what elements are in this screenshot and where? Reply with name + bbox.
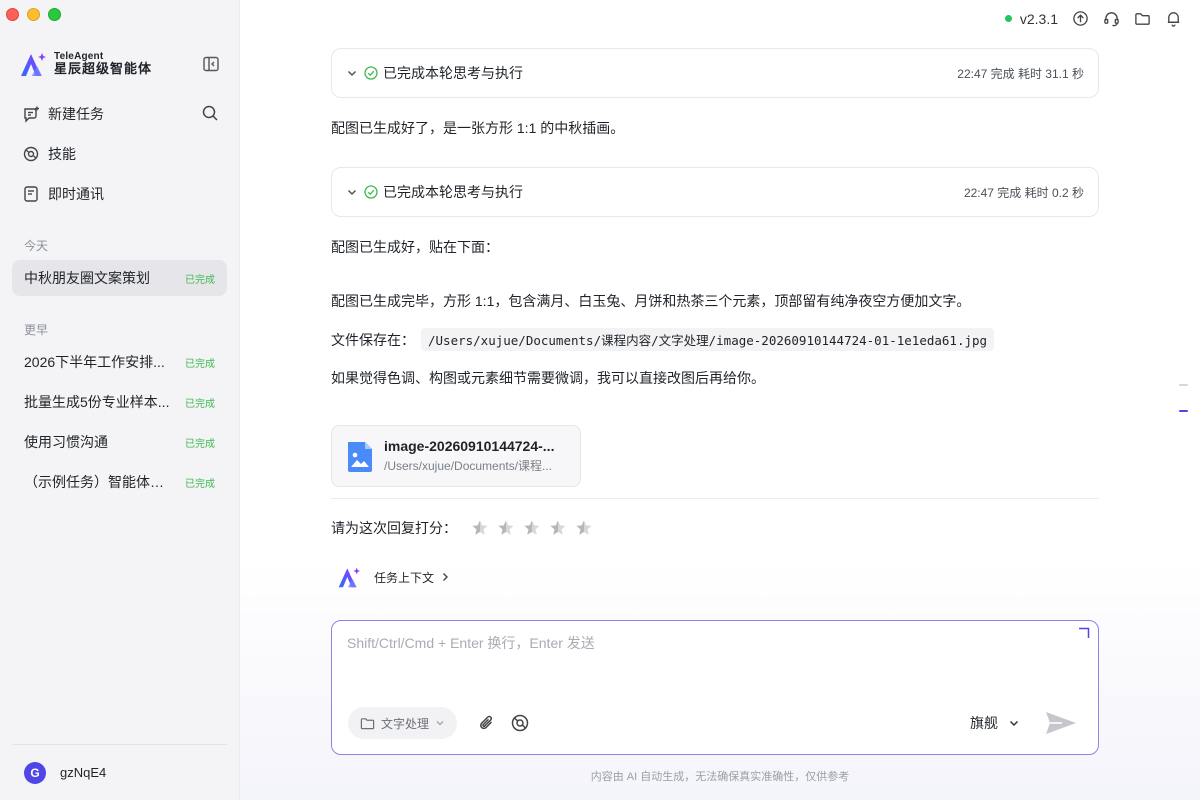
brand-logo-icon [338,567,361,588]
skills-icon[interactable] [510,713,530,733]
task-item[interactable]: （示例任务）智能体招... 已完成 [12,464,227,500]
chevron-down-icon [1009,720,1019,727]
model-label: 旗舰 [970,715,998,731]
nav-label: 即时通讯 [48,186,104,202]
step-meta: 22:47 完成 耗时 0.2 秒 [963,185,1084,200]
star-rating-icon[interactable] [471,519,489,537]
chevron-down-icon [347,70,357,77]
file-attachment-card[interactable]: image-20260910144724-... /Users/xujue/Do… [331,425,581,487]
message-input[interactable] [347,633,1067,693]
status-badge: 已完成 [185,274,215,286]
task-context-label: 任务上下文 [374,570,435,585]
file-path: /Users/xujue/Documents/课程... [384,459,553,473]
status-badge: 已完成 [185,478,215,490]
earlier-section-label: 更早 [24,323,49,337]
rating-row: 请为这次回复打分： [331,518,601,538]
update-icon[interactable] [1072,10,1089,27]
sidebar-collapse-icon[interactable] [202,55,220,73]
top-toolbar: v2.3.1 [1004,10,1182,27]
task-title: 2026下半年工作安排... [24,354,165,370]
im-icon [24,186,38,202]
step-title: 已完成本轮思考与执行 [383,184,523,200]
folder-icon[interactable] [1134,10,1151,27]
task-item[interactable]: 使用习惯沟通 已完成 [12,424,227,460]
headset-icon[interactable] [1103,10,1120,27]
brand-name-cn: 星辰超级智能体 [54,61,153,77]
task-title: 使用习惯沟通 [24,434,108,450]
close-window-button[interactable] [6,8,19,21]
file-path-line: 文件保存在： /Users/xujue/Documents/课程内容/文字处理/i… [331,328,995,351]
assistant-message: 配图已生成完毕，方形 1:1，包含满月、白玉兔、月饼和热茶三个元素，顶部留有纯净… [331,293,971,309]
nav-label: 新建任务 [48,106,104,122]
model-selector[interactable]: 旗舰 [970,713,1020,733]
file-path-label: 文件保存在： [331,332,415,348]
folder-selector[interactable]: 文字处理 [348,707,458,739]
sidebar-item-skills[interactable]: 技能 [12,136,227,172]
task-item[interactable]: 中秋朋友圈文案策划 已完成 [12,260,227,296]
status-badge: 已完成 [185,438,215,450]
assistant-message: 配图已生成好了，是一张方形 1:1 的中秋插画。 [331,120,625,136]
file-name: image-20260910144724-... [384,438,555,454]
brand: TeleAgent 星辰超级智能体 [18,50,152,78]
window-controls [6,8,61,21]
sidebar: TeleAgent 星辰超级智能体 新建任务 技能 即时通讯 今天 中秋朋友圈文… [0,0,240,800]
scroll-mark-active [1179,410,1188,412]
task-title: （示例任务）智能体招... [24,474,174,490]
ai-disclaimer: 内容由 AI 自动生成，无法确保真实准确性，仅供参考 [590,771,850,783]
skills-icon [23,146,39,162]
assistant-message: 配图已生成好，贴在下面： [331,239,499,255]
chevron-right-icon [443,573,449,581]
task-item[interactable]: 2026下半年工作安排... 已完成 [12,344,227,380]
chevron-down-icon [436,721,444,726]
star-rating-icon[interactable] [523,519,541,537]
user-profile[interactable]: G gzNqE4 [12,744,227,800]
paperclip-icon[interactable] [477,713,497,733]
avatar: G [24,761,46,784]
chevron-down-icon [347,189,357,196]
star-rating-icon[interactable] [575,519,593,537]
scroll-indicator[interactable] [1179,384,1188,436]
check-circle-icon [364,185,378,199]
today-section-label: 今天 [24,239,49,253]
brand-logo-icon [21,53,46,76]
status-badge: 已完成 [185,398,215,410]
image-file-icon [348,442,372,472]
step-title: 已完成本轮思考与执行 [383,65,523,81]
expand-corner-icon[interactable] [1078,627,1090,639]
divider [331,498,1099,499]
step-meta: 22:47 完成 耗时 31.1 秒 [957,66,1084,81]
version-label: v2.3.1 [1019,10,1058,27]
execution-step-card[interactable]: 已完成本轮思考与执行 22:47 完成 耗时 0.2 秒 [331,167,1099,217]
task-title: 中秋朋友圈文案策划 [24,270,150,286]
scroll-mark [1179,384,1188,386]
bell-icon[interactable] [1165,10,1182,27]
task-item[interactable]: 批量生成5份专业样本... 已完成 [12,384,227,420]
zoom-window-button[interactable] [48,8,61,21]
username: gzNqE4 [60,765,107,780]
execution-step-card[interactable]: 已完成本轮思考与执行 22:47 完成 耗时 31.1 秒 [331,48,1099,98]
check-circle-icon [364,66,378,80]
new-task-icon [24,106,39,123]
nav-label: 技能 [48,146,76,162]
file-path-code: /Users/xujue/Documents/课程内容/文字处理/image-2… [421,328,995,351]
star-rating-icon[interactable] [497,519,515,537]
task-context-link[interactable]: 任务上下文 [336,565,450,589]
assistant-message: 如果觉得色调、构图或元素细节需要微调，我可以直接改图后再给你。 [331,370,765,386]
task-title: 批量生成5份专业样本... [24,394,170,410]
status-badge: 已完成 [185,358,215,370]
folder-label: 文字处理 [381,716,430,731]
online-status-dot [1004,15,1012,22]
folder-icon [360,717,375,729]
search-icon[interactable] [201,104,219,122]
message-composer: 文字处理 旗舰 [331,620,1099,755]
star-rating-icon[interactable] [549,519,567,537]
sidebar-item-im[interactable]: 即时通讯 [12,176,227,212]
rating-label: 请为这次回复打分： [331,520,457,536]
send-icon[interactable] [1044,709,1078,737]
new-task-button[interactable]: 新建任务 [12,96,227,132]
main-panel: v2.3.1 已完成本轮思考与执行 22:47 完成 耗时 31.1 秒 配图已… [240,0,1200,800]
minimize-window-button[interactable] [27,8,40,21]
